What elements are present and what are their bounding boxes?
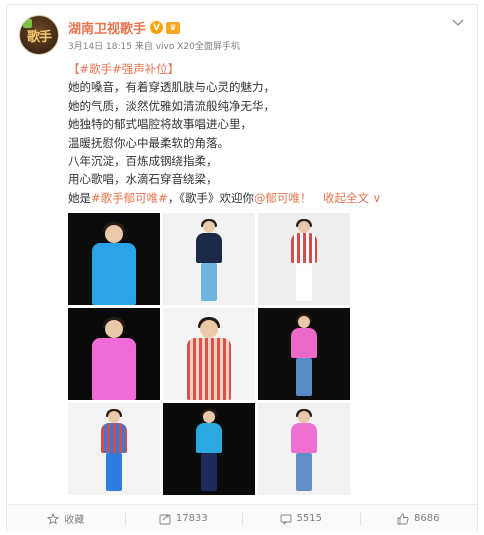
- figure-outfit: [196, 233, 222, 263]
- figure-outfit: [291, 423, 317, 453]
- like-count: 8686: [414, 513, 440, 524]
- photo-thumbnail[interactable]: [68, 213, 160, 305]
- text-line: 她的气质，淡然优雅如清流般纯净无华，: [68, 98, 275, 113]
- figure-head: [298, 411, 310, 423]
- text-middle: ，《歌手》欢迎你: [167, 190, 255, 205]
- text-line: 她独特的郁式唱腔将故事唱进心里，: [68, 117, 252, 132]
- figure-head: [105, 320, 123, 338]
- text-line: 八年沉淀，百炼成钢绕指柔，: [68, 154, 218, 169]
- tv-logo-icon: [23, 19, 32, 28]
- member-crown-icon: ♛: [166, 21, 181, 34]
- figure-legs: [296, 453, 312, 491]
- text-line: 用心歌唱，水滴石穿音绕梁，: [68, 172, 218, 187]
- star-icon: [47, 512, 60, 525]
- share-icon: [159, 513, 171, 525]
- photo-thumbnail[interactable]: [68, 308, 160, 400]
- hashtag-link[interactable]: #歌手郁可唯#: [91, 191, 168, 205]
- photo-thumbnail[interactable]: [258, 403, 350, 495]
- post-text: 【#歌手#强声补位】 她的嗓音，有着穿透肌肤与心灵的魅力， 她的气质，淡然优雅如…: [68, 60, 468, 207]
- collapse-text-link[interactable]: ！ 收起全文 ∨: [300, 191, 381, 205]
- like-button[interactable]: 8686: [359, 505, 478, 532]
- figure-outfit: [101, 423, 127, 453]
- figure-outfit: [187, 338, 231, 400]
- text-prefix: 她是: [68, 190, 91, 205]
- figure-head: [203, 221, 215, 233]
- mention-link[interactable]: @郁可唯: [254, 191, 300, 205]
- figure-legs: [296, 358, 312, 396]
- figure-head: [298, 316, 310, 328]
- repost-count: 17833: [175, 513, 208, 524]
- author-row: 湖南卫视歌手 V ♛: [68, 18, 181, 37]
- verified-badge-icon: V: [150, 21, 164, 34]
- figure-head: [200, 320, 218, 338]
- text-line: 温暖抚慰你心中最柔软的角落。: [68, 135, 229, 150]
- repost-button[interactable]: 17833: [124, 505, 243, 532]
- figure-legs: [201, 263, 217, 301]
- author-name[interactable]: 湖南卫视歌手: [68, 18, 146, 37]
- text-line: 她的嗓音，有着穿透肌肤与心灵的魅力，: [68, 80, 275, 95]
- figure-outfit: [92, 243, 136, 305]
- post-meta: 3月14日 18:15 来自 vivo X20全面屏手机: [68, 42, 240, 52]
- photo-thumbnail[interactable]: [163, 213, 255, 305]
- photo-thumbnail[interactable]: [68, 403, 160, 495]
- figure-outfit: [291, 233, 317, 263]
- favorite-label: 收藏: [64, 515, 85, 526]
- photo-thumbnail[interactable]: [163, 308, 255, 400]
- photo-thumbnail[interactable]: [163, 403, 255, 495]
- thumbs-up-icon: [397, 513, 409, 525]
- avatar-logo-text: 歌手: [26, 29, 52, 45]
- topic-title: 【#歌手#强声补位】: [68, 60, 468, 78]
- figure-head: [203, 411, 215, 423]
- comment-count: 5515: [296, 513, 322, 524]
- topic-hashtag[interactable]: 【#歌手#强声补位】: [68, 62, 179, 76]
- comment-button[interactable]: 5515: [242, 505, 360, 532]
- figure-outfit: [92, 338, 136, 400]
- photo-thumbnail[interactable]: [258, 308, 350, 400]
- figure-head: [105, 225, 123, 243]
- figure-legs: [106, 453, 122, 491]
- weibo-post-card: 歌手 湖南卫视歌手 V ♛ 3月14日 18:15 来自 vivo X20全面屏…: [6, 4, 478, 532]
- photo-grid: [68, 213, 350, 495]
- figure-legs: [296, 263, 312, 301]
- comment-icon: [280, 513, 292, 525]
- action-bar: 收藏 17833 5515 8686: [7, 504, 477, 532]
- chevron-down-icon[interactable]: [451, 17, 465, 27]
- favorite-button[interactable]: 收藏: [7, 505, 125, 532]
- figure-head: [298, 221, 310, 233]
- avatar[interactable]: 歌手: [19, 15, 59, 55]
- text-line-final: 她是#歌手郁可唯#，《歌手》欢迎你@郁可唯！ 收起全文 ∨: [68, 189, 468, 207]
- photo-thumbnail[interactable]: [258, 213, 350, 305]
- figure-legs: [201, 453, 217, 491]
- figure-outfit: [291, 328, 317, 358]
- figure-head: [108, 411, 120, 423]
- figure-outfit: [196, 423, 222, 453]
